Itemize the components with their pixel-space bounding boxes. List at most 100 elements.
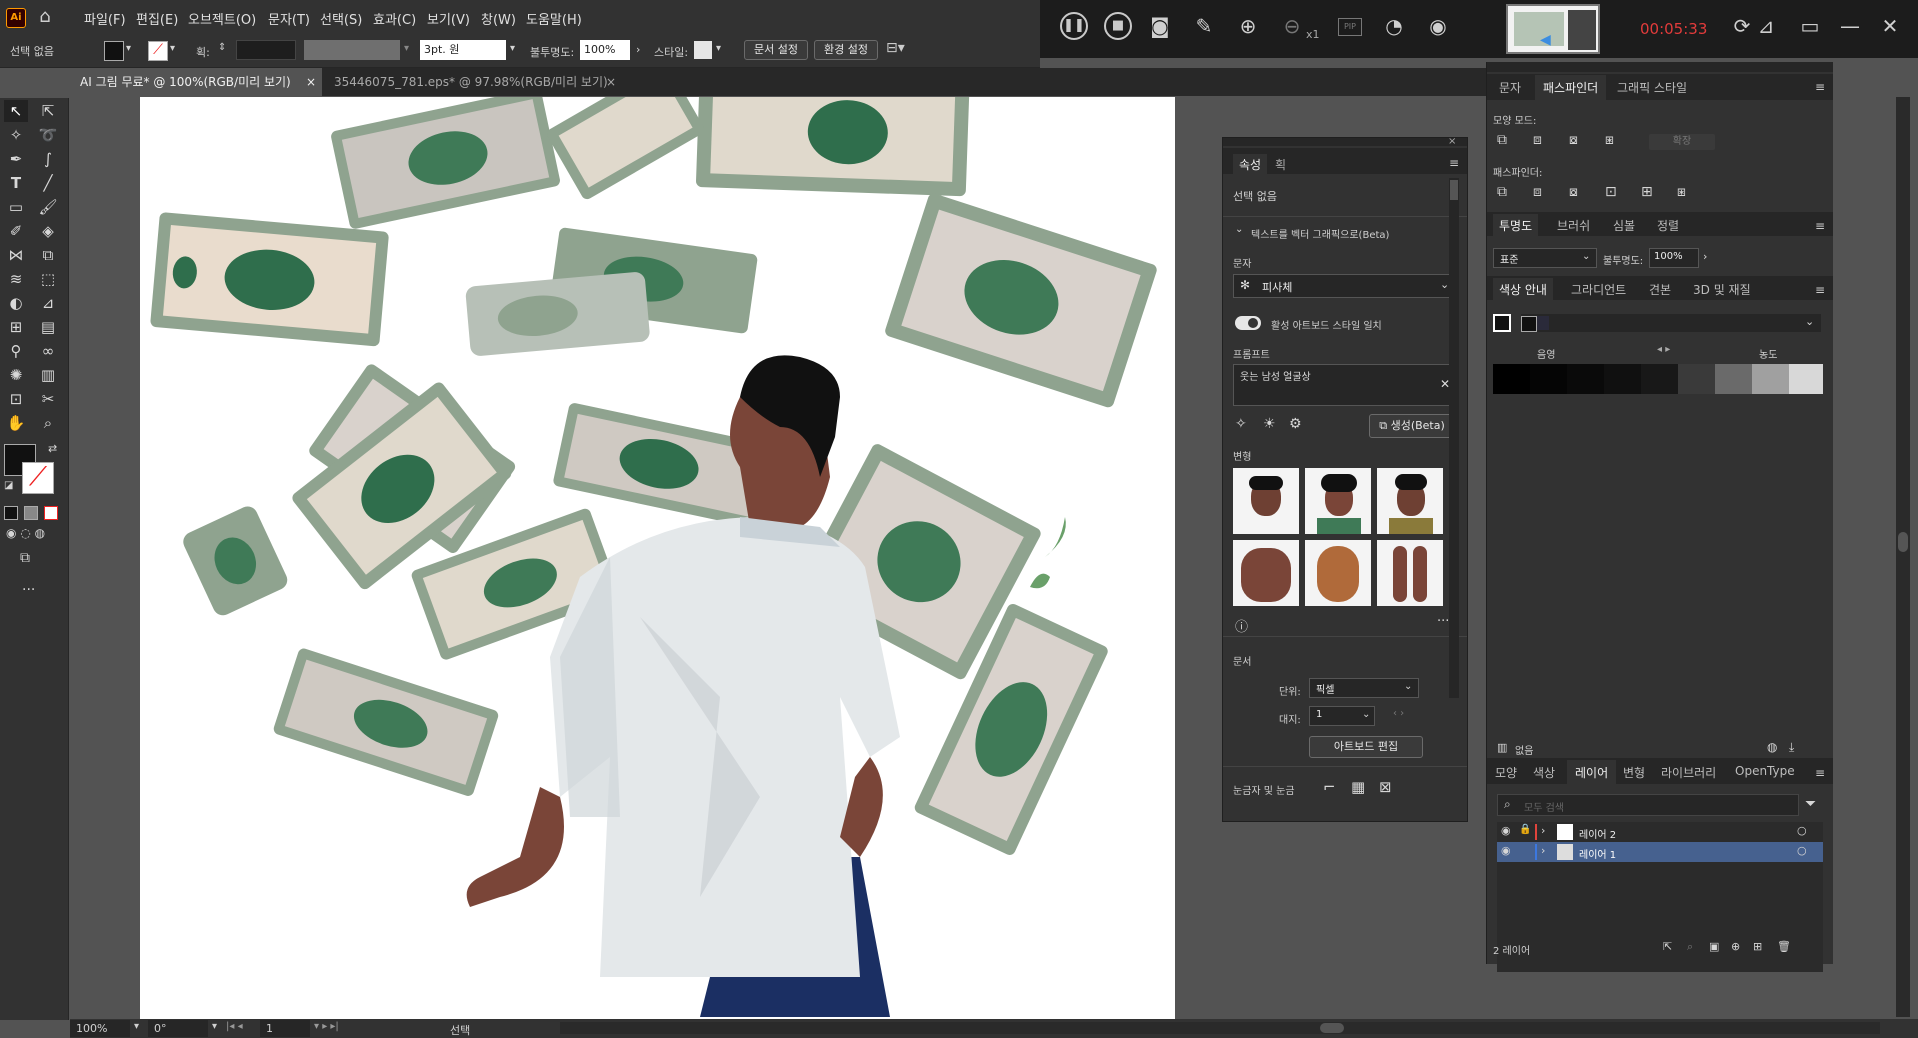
chevron-down-icon[interactable]: ▾ bbox=[212, 1021, 217, 1032]
tab-transparency[interactable]: 투명도 bbox=[1493, 214, 1539, 237]
variation-thumb-2[interactable] bbox=[1305, 468, 1371, 534]
variation-thumb-4[interactable] bbox=[1233, 540, 1299, 606]
generate-button[interactable]: ⧉ 생성(Beta) bbox=[1369, 414, 1455, 438]
close-tab-icon[interactable]: × bbox=[306, 68, 316, 96]
menu-view[interactable]: 보기(V) bbox=[427, 9, 470, 28]
line-tool-icon[interactable]: ╱ bbox=[36, 172, 60, 194]
horizontal-scrollbar[interactable] bbox=[560, 1022, 1880, 1034]
tab-libraries[interactable]: 라이브러리 bbox=[1661, 764, 1716, 781]
menu-edit[interactable]: 편집(E) bbox=[136, 9, 178, 28]
layer-name[interactable]: 레이어 2 bbox=[1579, 826, 1616, 841]
stroke-weight-input[interactable] bbox=[236, 40, 296, 60]
subject-dropdown[interactable]: ✻ 피사체 ⌄ bbox=[1233, 274, 1455, 298]
outline-icon[interactable]: ⊞ bbox=[1641, 184, 1653, 200]
ruler-icon[interactable]: ⌐ bbox=[1323, 778, 1336, 796]
eye-icon[interactable]: ◉ bbox=[1501, 824, 1511, 837]
eye-icon[interactable]: ◉ bbox=[1501, 844, 1511, 857]
blend-tool-icon[interactable]: ∞ bbox=[36, 340, 60, 362]
trim-icon[interactable]: ⧈ bbox=[1533, 184, 1542, 200]
tab-eps-file[interactable]: 35446075_781.eps* @ 97.98%(RGB/미리 보기) × bbox=[324, 68, 622, 96]
layer-row[interactable]: ◉ › 레이어 1 ○ bbox=[1497, 842, 1823, 862]
selection-tool-icon[interactable]: ↖ bbox=[4, 100, 28, 122]
new-layer-icon[interactable]: ⊞ bbox=[1753, 940, 1762, 953]
chevron-down-icon[interactable]: ⌄ bbox=[1235, 224, 1243, 235]
blend-mode-dropdown[interactable]: 표준 ⌄ bbox=[1493, 248, 1597, 268]
color-mode-icon[interactable] bbox=[4, 506, 18, 520]
menu-select[interactable]: 선택(S) bbox=[320, 9, 362, 28]
tab-3d-materials[interactable]: 3D 및 재질 bbox=[1693, 281, 1751, 298]
arrange-icon[interactable]: ⊟▾ bbox=[886, 40, 905, 56]
chevron-down-icon[interactable]: ▾ bbox=[510, 43, 515, 54]
menu-file[interactable]: 파일(F) bbox=[84, 9, 126, 28]
draw-mode-icon[interactable]: ◉ ◌ ◍ bbox=[6, 526, 45, 540]
menu-help[interactable]: 도움말(H) bbox=[526, 9, 582, 28]
minus-back-icon[interactable]: ⧆ bbox=[1677, 184, 1686, 200]
variable-width-profile[interactable] bbox=[304, 40, 400, 60]
chevron-right-icon[interactable]: › bbox=[1703, 250, 1707, 263]
stroke-swatch[interactable]: ⟋ bbox=[148, 41, 168, 61]
gradient-tool-icon[interactable]: ▤ bbox=[36, 316, 60, 338]
minus-front-icon[interactable]: ⧈ bbox=[1533, 132, 1542, 148]
chevron-right-icon[interactable]: › bbox=[1541, 824, 1545, 837]
properties-scrollbar[interactable] bbox=[1449, 178, 1459, 698]
vertical-scrollbar[interactable] bbox=[1896, 97, 1910, 1017]
gear-icon[interactable]: ⚙ bbox=[1289, 416, 1302, 432]
trash-icon[interactable]: 🗑 bbox=[1777, 940, 1791, 953]
layer-row[interactable]: ◉ 🔒 › 레이어 2 ○ bbox=[1497, 822, 1823, 842]
export-icon[interactable]: ⇱ bbox=[1663, 940, 1672, 953]
intersect-icon[interactable]: ⧇ bbox=[1569, 132, 1578, 148]
tab-ai-drawing[interactable]: AI 그림 무료* @ 100%(RGB/미리 보기) × bbox=[70, 68, 322, 96]
column-graph-tool-icon[interactable]: ▥ bbox=[36, 364, 60, 386]
zoom-in-icon[interactable]: ⊕ bbox=[1234, 12, 1262, 40]
variation-thumb-3[interactable] bbox=[1377, 468, 1443, 534]
tab-graphic-styles[interactable]: 그래픽 스타일 bbox=[1617, 79, 1687, 96]
lasso-tool-icon[interactable]: ➰ bbox=[36, 124, 60, 146]
panel-menu-icon[interactable]: ≡ bbox=[1815, 766, 1825, 780]
tab-character[interactable]: 문자 bbox=[1499, 79, 1521, 96]
target-icon[interactable]: ○ bbox=[1797, 824, 1807, 837]
shape-builder-tool-icon[interactable]: ◐ bbox=[4, 292, 28, 314]
fill-swatch[interactable] bbox=[104, 41, 124, 61]
tab-gradient[interactable]: 그라디언트 bbox=[1571, 281, 1626, 298]
artboard-nav-prev-icon[interactable]: |◂ ◂ bbox=[226, 1021, 243, 1032]
eyedropper-tool-icon[interactable]: ⚲ bbox=[4, 340, 28, 362]
base-color-swatch[interactable] bbox=[1493, 314, 1511, 332]
pause-icon[interactable]: ❚❚ bbox=[1060, 12, 1088, 40]
layer-name[interactable]: 레이어 1 bbox=[1579, 846, 1616, 861]
merge-icon[interactable]: ⧇ bbox=[1569, 184, 1578, 200]
artboard-number-field[interactable]: 1 bbox=[260, 1020, 310, 1037]
expand-button[interactable]: 확장 bbox=[1649, 134, 1715, 150]
none-mode-icon[interactable] bbox=[44, 506, 58, 520]
rotation-field[interactable]: 0° bbox=[148, 1020, 208, 1037]
pen-draw-icon[interactable]: ✎ bbox=[1190, 12, 1218, 40]
scale-tool-icon[interactable]: ⧉ bbox=[36, 244, 60, 266]
filter-icon[interactable]: ⏷ bbox=[1805, 796, 1816, 812]
tab-color-guide[interactable]: 색상 안내 bbox=[1493, 278, 1553, 301]
opacity-input[interactable]: 100% bbox=[1649, 248, 1699, 268]
chevron-down-icon[interactable]: ▾ bbox=[134, 1021, 139, 1032]
edit-artboard-button[interactable]: 아트보드 편집 bbox=[1309, 736, 1423, 758]
menu-object[interactable]: 오브젝트(O) bbox=[188, 9, 256, 28]
tab-color[interactable]: 색상 bbox=[1533, 764, 1555, 781]
brush-definition[interactable]: 3pt. 원 bbox=[420, 40, 506, 60]
pixel-grid-icon[interactable]: ⊠ bbox=[1379, 778, 1392, 796]
stepper-icon[interactable]: ⇕ bbox=[218, 42, 226, 53]
harmony-rules-bar[interactable]: ⌄ bbox=[1521, 314, 1821, 332]
swatch-library-icon[interactable]: ▥ bbox=[1497, 741, 1507, 754]
eraser-tool-icon[interactable]: ◈ bbox=[36, 220, 60, 242]
pip-button[interactable]: PIP bbox=[1338, 18, 1362, 36]
minimize-icon[interactable]: — bbox=[1836, 12, 1864, 40]
tab-pathfinder[interactable]: 패스파인더 bbox=[1535, 75, 1607, 100]
zoom-field[interactable]: 100% bbox=[70, 1020, 130, 1037]
grid-icon[interactable]: ▦ bbox=[1351, 778, 1365, 796]
tab-layers[interactable]: 레이어 bbox=[1567, 760, 1617, 785]
free-transform-tool-icon[interactable]: ⬚ bbox=[36, 268, 60, 290]
artboard-tool-icon[interactable]: ⊡ bbox=[4, 388, 28, 410]
menu-effect[interactable]: 효과(C) bbox=[373, 9, 416, 28]
units-dropdown[interactable]: 픽셀 ⌄ bbox=[1309, 678, 1419, 698]
magic-wand-tool-icon[interactable]: ✧ bbox=[4, 124, 28, 146]
tab-brushes[interactable]: 브러쉬 bbox=[1557, 217, 1590, 234]
style-match-toggle[interactable] bbox=[1235, 316, 1261, 330]
chevron-down-icon[interactable]: ▾ bbox=[170, 43, 175, 54]
shaper-tool-icon[interactable]: ✐ bbox=[4, 220, 28, 242]
